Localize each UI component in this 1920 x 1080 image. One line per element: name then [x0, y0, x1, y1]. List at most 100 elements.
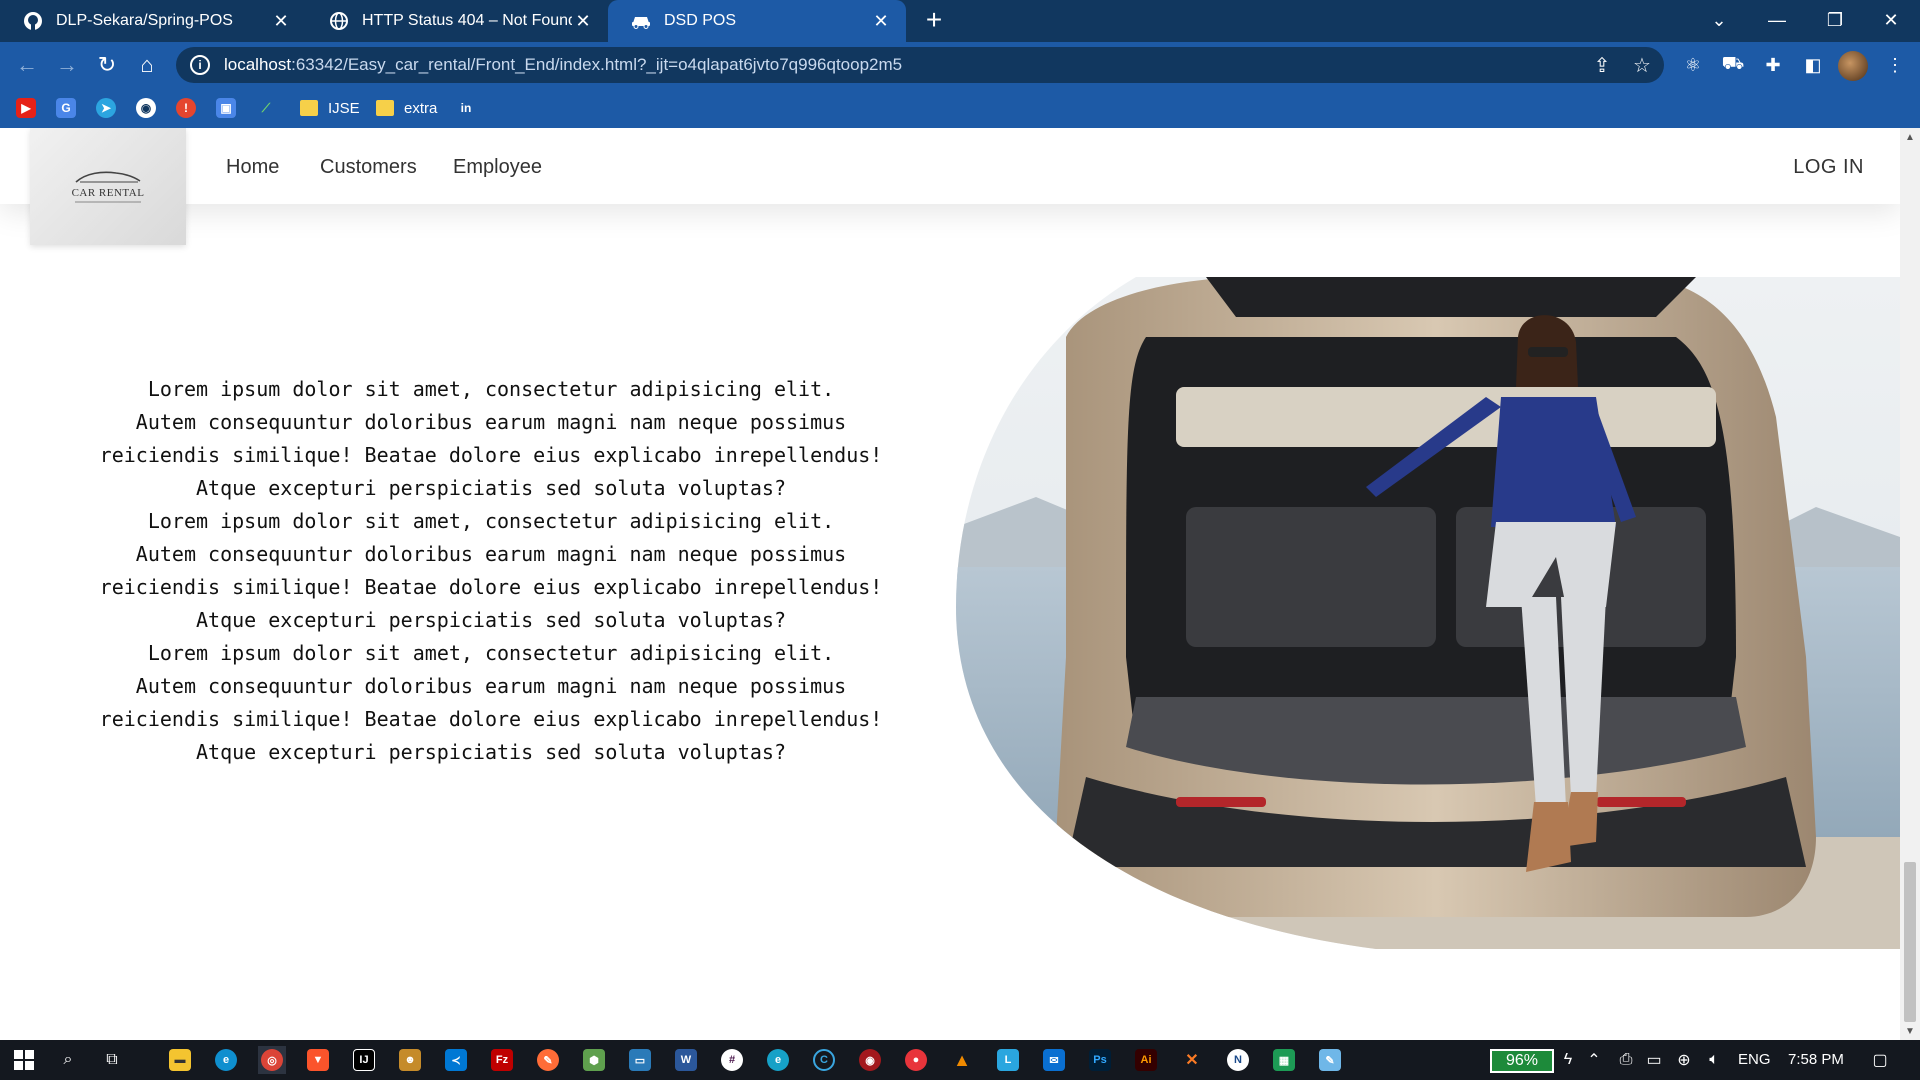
screen-recorder-icon[interactable]: ● — [902, 1046, 930, 1074]
nav-employee-link[interactable]: Employee — [453, 156, 542, 179]
photoshop-icon[interactable]: Ps — [1086, 1046, 1114, 1074]
scroll-up-arrow-icon[interactable]: ▲ — [1903, 132, 1917, 144]
postman-icon[interactable]: ✎ — [534, 1046, 562, 1074]
devices-icon[interactable]: ⎙ — [1612, 1046, 1640, 1074]
scroll-down-arrow-icon[interactable]: ▼ — [1903, 1026, 1917, 1038]
filezilla-icon[interactable]: Fz — [488, 1046, 516, 1074]
edge-dev-icon[interactable]: e — [764, 1046, 792, 1074]
contacts-bookmark[interactable]: ▣ — [216, 96, 236, 120]
profile-avatar[interactable] — [1838, 51, 1868, 81]
nodejs-icon[interactable]: ⬢ — [580, 1046, 608, 1074]
linkedin-icon: in — [460, 101, 472, 115]
language-indicator[interactable]: ENG — [1738, 1051, 1771, 1068]
clock-time[interactable]: 7:58 PM — [1788, 1051, 1844, 1068]
close-window-button[interactable]: ✕ — [1862, 0, 1920, 40]
tab-dsd-pos[interactable]: DSD POS ✕ — [608, 0, 906, 42]
youtube-bookmark[interactable]: ▶ — [16, 96, 36, 120]
browser-toolbar: ← → ↻ ⌂ i localhost:63342/Easy_car_renta… — [0, 42, 1920, 88]
volume-icon[interactable]: 🔈︎ — [1700, 1046, 1728, 1074]
restore-button[interactable]: ❐ — [1806, 0, 1864, 40]
lorem-text-block: Lorem ipsum dolor sit amet, consectetur … — [96, 373, 886, 769]
alert-bookmark[interactable]: ! — [176, 96, 196, 120]
chevron-up-icon[interactable]: ⌃ — [1580, 1046, 1608, 1074]
text-line: Atque excepturi perspiciatis sed soluta … — [195, 740, 786, 764]
translate-icon: G — [56, 98, 76, 118]
bookmark-folder-ijse[interactable]: IJSE — [300, 96, 360, 120]
slack-icon[interactable]: # — [718, 1046, 746, 1074]
edge-icon[interactable]: e — [212, 1046, 240, 1074]
file-explorer-icon[interactable]: ▬ — [166, 1046, 194, 1074]
text-line: reiciendis similique! Beatae dolore eius… — [99, 575, 883, 599]
close-icon[interactable]: ✕ — [572, 10, 594, 32]
telegram-bookmark[interactable]: ➤ — [96, 96, 116, 120]
login-link[interactable]: LOG IN — [1793, 156, 1864, 179]
globe-icon — [328, 10, 350, 32]
monitor-app-icon[interactable]: ▭ — [626, 1046, 654, 1074]
new-tab-button[interactable]: + — [920, 6, 948, 35]
forward-icon[interactable]: → — [52, 50, 82, 80]
share-icon[interactable]: ⇪ — [1588, 51, 1616, 79]
url-text[interactable]: localhost:63342/Easy_car_rental/Front_En… — [224, 55, 902, 75]
bookmark-label: extra — [404, 99, 438, 117]
hedgehog-app-icon[interactable]: ☻ — [396, 1046, 424, 1074]
word-icon[interactable]: W — [672, 1046, 700, 1074]
notifications-icon[interactable]: ▢ — [1866, 1046, 1894, 1074]
vscode-icon[interactable]: ≺ — [442, 1046, 470, 1074]
translate-bookmark[interactable]: G — [56, 96, 76, 120]
back-icon[interactable]: ← — [12, 50, 42, 80]
menu-kebab-icon[interactable]: ⋮ — [1880, 50, 1910, 80]
react-devtools-icon[interactable]: ⚛ — [1678, 50, 1708, 80]
chart-bookmark[interactable]: ⟋ — [256, 96, 276, 120]
n-app-icon[interactable]: N — [1224, 1046, 1252, 1074]
home-icon[interactable]: ⌂ — [132, 50, 162, 80]
nav-customers-link[interactable]: Customers — [320, 156, 417, 179]
car-rental-logo[interactable]: CAR RENTAL — [30, 128, 186, 245]
close-icon[interactable]: ✕ — [870, 10, 892, 32]
address-bar[interactable]: i localhost:63342/Easy_car_rental/Front_… — [176, 47, 1664, 83]
tab-search-icon[interactable]: ⌄ — [1690, 0, 1748, 40]
extension-car-icon[interactable]: ⛟ — [1718, 50, 1748, 80]
text-line: Atque excepturi perspiciatis sed soluta … — [195, 476, 786, 500]
nav-home-link[interactable]: Home — [226, 156, 279, 179]
linkedin-bookmark[interactable]: in — [456, 96, 476, 120]
spreadsheet-app-icon[interactable]: ▦ — [1270, 1046, 1298, 1074]
mail-icon[interactable]: ✉ — [1040, 1046, 1068, 1074]
bookmark-folder-extra[interactable]: extra — [376, 96, 437, 120]
illustrator-icon[interactable]: Ai — [1132, 1046, 1160, 1074]
intellij-icon[interactable]: IJ — [350, 1046, 378, 1074]
xampp-icon[interactable]: ✕ — [1178, 1046, 1206, 1074]
text-line: Autem consequuntur doloribus earum magni… — [135, 410, 847, 434]
reload-icon[interactable]: ↻ — [92, 50, 122, 80]
text-line: Autem consequuntur doloribus earum magni… — [135, 674, 847, 698]
notepad-icon[interactable]: ✎ — [1316, 1046, 1344, 1074]
car-logo-icon — [75, 170, 141, 183]
red-app-icon[interactable]: ◉ — [856, 1046, 884, 1074]
tab-github[interactable]: DLP-Sekara/Spring-POS ✕ — [0, 0, 306, 42]
bookmark-star-icon[interactable]: ☆ — [1628, 51, 1656, 79]
search-icon[interactable]: ⌕ — [54, 1046, 82, 1074]
github-icon — [22, 10, 44, 32]
windows-start-icon[interactable] — [10, 1046, 38, 1074]
text-line: reiciendis similique! Beatae dolore eius… — [99, 443, 883, 467]
github-bookmark[interactable]: ◉ — [136, 96, 156, 120]
text-line: Lorem ipsum dolor sit amet, consectetur … — [147, 641, 835, 665]
task-view-icon[interactable]: ⧉ — [98, 1046, 126, 1074]
minimize-button[interactable]: — — [1748, 0, 1806, 40]
site-info-icon[interactable]: i — [190, 55, 210, 75]
scrollbar-thumb[interactable] — [1904, 862, 1916, 1022]
brave-icon[interactable]: ▼ — [304, 1046, 332, 1074]
hero-car-image — [956, 277, 1900, 949]
vlc-icon[interactable]: ▲ — [948, 1046, 976, 1074]
network-globe-icon[interactable]: ⊕ — [1670, 1046, 1698, 1074]
copyright-app-icon[interactable]: C — [810, 1046, 838, 1074]
l-app-icon[interactable]: L — [994, 1046, 1022, 1074]
close-icon[interactable]: ✕ — [270, 10, 292, 32]
side-panel-icon[interactable]: ◧ — [1798, 50, 1828, 80]
chrome-icon[interactable]: ◎ — [258, 1046, 286, 1074]
battery-indicator[interactable]: 96% — [1490, 1049, 1554, 1073]
battery-icon[interactable]: ▭ — [1640, 1046, 1668, 1074]
tab-404[interactable]: HTTP Status 404 – Not Found ✕ — [306, 0, 608, 42]
contacts-icon: ▣ — [216, 98, 236, 118]
extensions-puzzle-icon[interactable]: ✚ — [1758, 50, 1788, 80]
alert-icon: ! — [176, 98, 196, 118]
